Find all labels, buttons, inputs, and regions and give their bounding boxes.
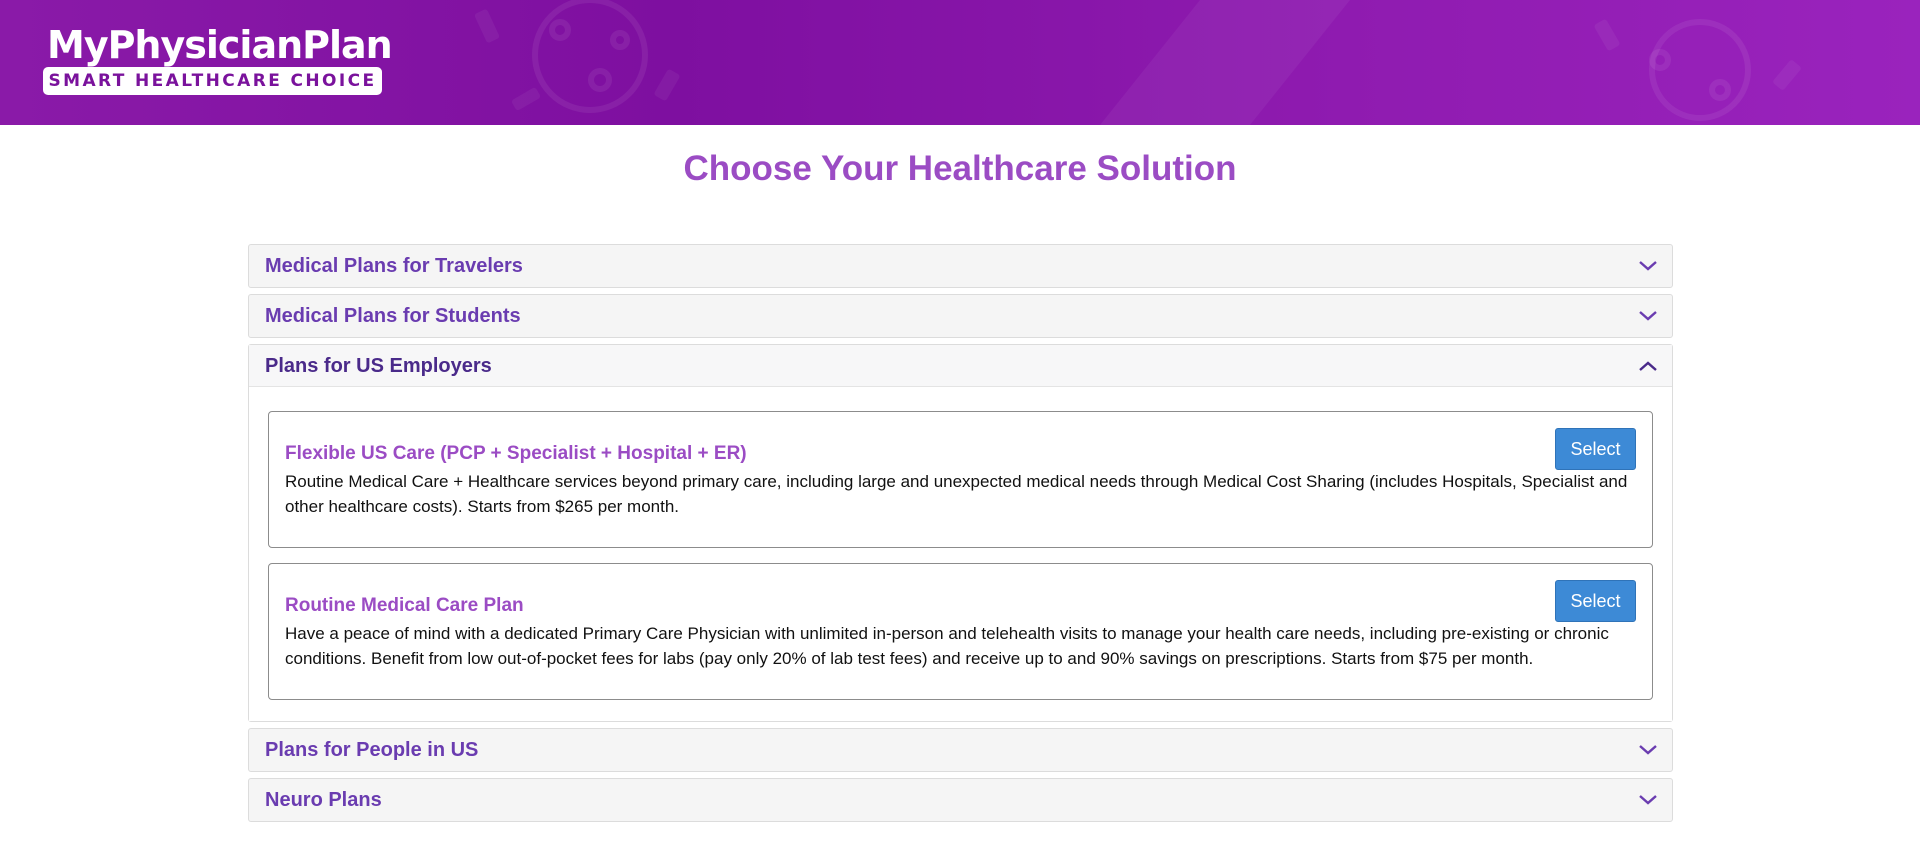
- plans-accordion: Medical Plans for Travelers Medical Plan…: [248, 244, 1673, 828]
- accordion-item-neuro-plans: Neuro Plans: [248, 778, 1673, 822]
- select-button[interactable]: Select: [1555, 580, 1636, 622]
- chevron-down-icon: [1639, 311, 1657, 321]
- chevron-up-icon: [1639, 361, 1657, 371]
- chevron-down-icon: [1639, 745, 1657, 755]
- accordion-title: Neuro Plans: [265, 789, 382, 811]
- accordion-body-us-employers: Flexible US Care (PCP + Specialist + Hos…: [249, 387, 1672, 721]
- accordion-item-us-employers: Plans for US Employers Flexible US Care …: [248, 344, 1673, 722]
- plan-name: Routine Medical Care Plan: [285, 595, 524, 616]
- accordion-header-neuro-plans[interactable]: Neuro Plans: [249, 779, 1672, 821]
- logo[interactable]: MyPhysicianPlan SMART HEALTHCARE CHOICE: [43, 23, 393, 95]
- plan-description: Routine Medical Care + Healthcare servic…: [285, 472, 1628, 516]
- plan-card-flexible-us-care: Flexible US Care (PCP + Specialist + Hos…: [268, 411, 1653, 548]
- accordion-header-people-in-us[interactable]: Plans for People in US: [249, 729, 1672, 771]
- plan-name: Flexible US Care (PCP + Specialist + Hos…: [285, 443, 747, 464]
- accordion-header-us-employers[interactable]: Plans for US Employers: [249, 345, 1672, 387]
- accordion-item-people-in-us: Plans for People in US: [248, 728, 1673, 772]
- chevron-down-icon: [1639, 261, 1657, 271]
- logo-tagline: SMART HEALTHCARE CHOICE: [43, 67, 382, 95]
- plan-description: Have a peace of mind with a dedicated Pr…: [285, 624, 1609, 668]
- accordion-title: Plans for People in US: [265, 739, 479, 761]
- accordion-item-travelers: Medical Plans for Travelers: [248, 244, 1673, 288]
- accordion-title: Medical Plans for Students: [265, 305, 521, 327]
- select-button[interactable]: Select: [1555, 428, 1636, 470]
- accordion-title: Plans for US Employers: [265, 355, 492, 377]
- accordion-header-travelers[interactable]: Medical Plans for Travelers: [249, 245, 1672, 287]
- accordion-title: Medical Plans for Travelers: [265, 255, 523, 277]
- page-title: Choose Your Healthcare Solution: [683, 149, 1237, 188]
- header-banner: MyPhysicianPlan SMART HEALTHCARE CHOICE: [0, 0, 1920, 125]
- accordion-header-students[interactable]: Medical Plans for Students: [249, 295, 1672, 337]
- accordion-item-students: Medical Plans for Students: [248, 294, 1673, 338]
- chevron-down-icon: [1639, 795, 1657, 805]
- plan-card-routine-medical-care: Routine Medical Care Plan Have a peace o…: [268, 563, 1653, 700]
- logo-title: MyPhysicianPlan: [47, 23, 393, 67]
